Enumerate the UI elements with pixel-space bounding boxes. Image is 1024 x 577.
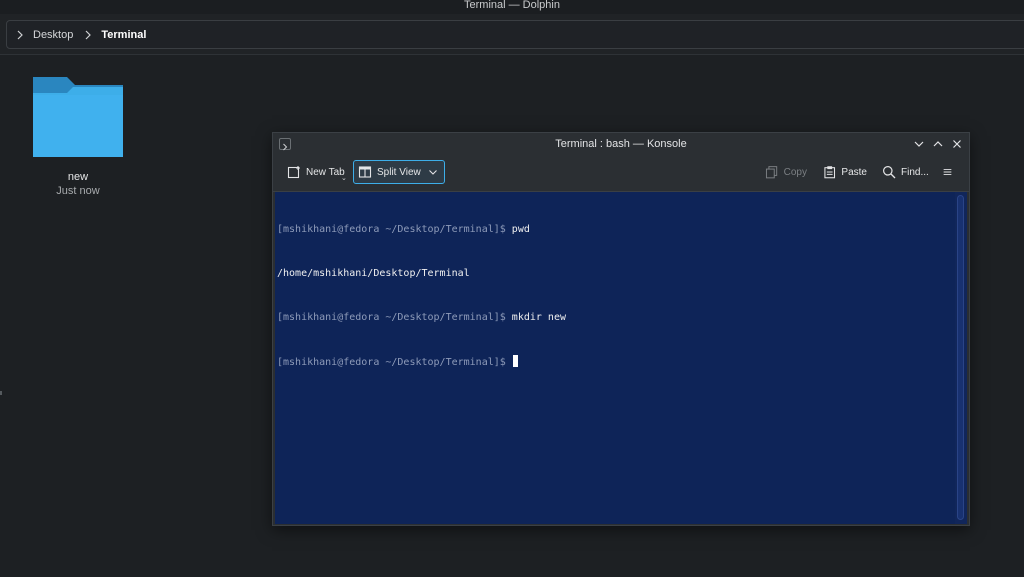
split-view-icon <box>358 166 372 178</box>
scrollbar-thumb[interactable] <box>957 195 964 520</box>
minimize-icon[interactable] <box>913 138 925 150</box>
breadcrumb[interactable]: Desktop Terminal <box>6 20 1024 49</box>
folder-date: Just now <box>56 185 100 197</box>
terminal-line: /home/mshikhani/Desktop/Terminal <box>277 267 955 282</box>
dolphin-titlebar: Terminal — Dolphin <box>0 0 1024 14</box>
search-icon <box>883 166 896 179</box>
copy-button[interactable]: Copy <box>761 160 811 184</box>
find-button[interactable]: Find... <box>878 160 934 184</box>
shell-command: mkdir new <box>505 311 566 323</box>
paste-label: Paste <box>841 166 867 178</box>
dolphin-window-title: Terminal — Dolphin <box>464 0 560 11</box>
breadcrumb-desktop[interactable]: Desktop <box>31 29 75 41</box>
dolphin-toolbar: Desktop Terminal <box>0 14 1024 54</box>
text-cursor <box>512 354 518 367</box>
copy-icon <box>765 166 778 179</box>
hamburger-menu-icon <box>943 168 952 176</box>
shell-output: /home/mshikhani/Desktop/Terminal <box>277 267 470 279</box>
panel-resize-handle[interactable] <box>0 391 2 395</box>
shell-command: pwd <box>505 224 530 236</box>
hamburger-menu-button[interactable] <box>939 160 961 184</box>
new-tab-label: New Tab <box>306 166 345 178</box>
folder-name: new <box>67 171 89 183</box>
paste-button[interactable]: Paste <box>819 160 871 184</box>
maximize-icon[interactable] <box>932 138 944 150</box>
close-icon[interactable] <box>951 138 963 150</box>
terminal-line: [mshikhani@fedora ~/Desktop/Terminal]$ <box>277 354 955 370</box>
konsole-titlebar[interactable]: Terminal : bash — Konsole <box>273 133 969 155</box>
chevron-right-icon[interactable] <box>13 28 27 42</box>
terminal-line: [mshikhani@fedora ~/Desktop/Terminal]$ p… <box>277 223 955 238</box>
copy-label: Copy <box>783 166 807 178</box>
shell-prompt: [mshikhani@fedora ~/Desktop/Terminal]$ <box>277 356 506 368</box>
new-tab-icon <box>287 166 300 179</box>
new-tab-button[interactable]: New Tab ⌄ <box>283 160 349 184</box>
terminal-view[interactable]: [mshikhani@fedora ~/Desktop/Terminal]$ p… <box>275 192 955 524</box>
chevron-down-icon[interactable] <box>428 167 438 177</box>
split-view-label: Split View <box>377 166 421 178</box>
split-view-button[interactable]: Split View <box>353 160 445 184</box>
find-label: Find... <box>901 166 929 178</box>
folder-icon <box>33 77 123 157</box>
konsole-window: Terminal : bash — Konsole New Tab ⌄ Spli… <box>272 132 970 526</box>
paste-icon <box>824 166 836 179</box>
breadcrumb-terminal[interactable]: Terminal <box>99 29 148 41</box>
terminal-scrollbar[interactable] <box>955 192 967 524</box>
terminal-line: [mshikhani@fedora ~/Desktop/Terminal]$ m… <box>277 311 955 326</box>
shell-prompt: [mshikhani@fedora ~/Desktop/Terminal]$ <box>277 311 506 323</box>
konsole-toolbar: New Tab ⌄ Split View Copy Paste Find... <box>273 155 969 192</box>
konsole-window-title: Terminal : bash — Konsole <box>555 138 687 150</box>
folder-item-new[interactable]: new Just now <box>24 75 132 197</box>
shell-prompt: [mshikhani@fedora ~/Desktop/Terminal]$ <box>277 224 506 236</box>
dropdown-caret-icon[interactable]: ⌄ <box>341 174 347 182</box>
chevron-right-icon <box>85 30 92 39</box>
shell-command <box>506 357 512 368</box>
